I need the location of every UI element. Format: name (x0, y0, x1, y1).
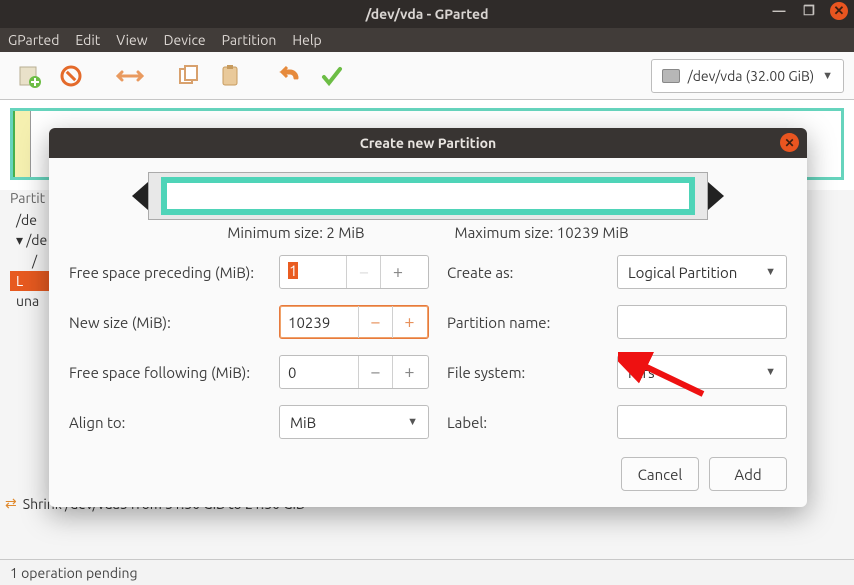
label-input[interactable] (617, 405, 787, 439)
spin-plus-icon[interactable]: + (380, 256, 414, 288)
close-button[interactable]: ✕ (830, 2, 848, 20)
statusbar: 1 operation pending (0, 559, 854, 585)
minimize-button[interactable]: — (770, 2, 788, 20)
menu-gparted[interactable]: GParted (8, 32, 59, 48)
device-selector[interactable]: /dev/vda (32.00 GiB) ▼ (651, 59, 844, 93)
dialog-close-button[interactable]: ✕ (780, 133, 799, 152)
window-title: /dev/vda - GParted (365, 6, 488, 22)
menubar: GParted Edit View Device Partition Help (0, 28, 854, 52)
menu-partition[interactable]: Partition (222, 32, 277, 48)
new-size-spin[interactable]: − + (279, 305, 429, 339)
create-as-label: Create as: (439, 264, 607, 281)
cancel-button[interactable]: Cancel (621, 457, 699, 491)
resize-icon[interactable] (111, 58, 149, 94)
tree-row[interactable]: ▾ /de (10, 230, 50, 251)
tree-header: Partit (10, 190, 50, 206)
copy-icon[interactable] (170, 58, 208, 94)
maximize-button[interactable]: ❐ (800, 2, 818, 20)
chevron-down-icon: ▼ (765, 366, 776, 378)
chevron-down-icon: ▼ (407, 416, 418, 428)
slider-handle-right-icon[interactable] (708, 182, 724, 210)
resize-small-icon: ⇄ (5, 495, 17, 512)
create-as-combo[interactable]: Logical Partition▼ (617, 255, 787, 289)
dialog-titlebar: Create new Partition ✕ (49, 128, 807, 158)
dialog-title: Create new Partition (360, 135, 496, 151)
menu-help[interactable]: Help (292, 32, 321, 48)
spin-minus-icon[interactable]: − (358, 306, 392, 338)
new-size-label: New size (MiB): (69, 314, 269, 331)
partition-name-label: Partition name: (439, 314, 607, 331)
tree-row-selected[interactable]: L (10, 271, 50, 291)
align-to-label: Align to: (69, 414, 269, 431)
spin-minus-icon[interactable]: − (358, 356, 392, 388)
status-text: 1 operation pending (10, 565, 138, 581)
menu-view[interactable]: View (116, 32, 147, 48)
apply-icon[interactable] (313, 58, 351, 94)
tree-row[interactable]: / (10, 251, 50, 271)
chevron-down-icon: ▼ (765, 266, 776, 278)
delete-icon[interactable] (52, 58, 90, 94)
free-following-spin[interactable]: − + (279, 355, 429, 389)
spin-plus-icon[interactable]: + (392, 306, 426, 338)
spin-plus-icon[interactable]: + (392, 356, 426, 388)
menu-device[interactable]: Device (164, 32, 206, 48)
maximum-size-label: Maximum size: 10239 MiB (455, 224, 629, 241)
window-titlebar: /dev/vda - GParted — ❐ ✕ (0, 0, 854, 28)
new-partition-icon[interactable] (10, 58, 48, 94)
partition-size-slider[interactable] (148, 172, 708, 220)
label-label: Label: (439, 414, 607, 431)
paste-icon[interactable] (212, 58, 250, 94)
filesystem-label: File system: (439, 364, 607, 381)
disk-icon (662, 69, 680, 83)
slider-handle-left-icon[interactable] (132, 182, 148, 210)
free-following-label: Free space following (MiB): (69, 364, 269, 381)
spin-minus-icon[interactable]: − (346, 256, 380, 288)
undo-icon[interactable] (271, 58, 309, 94)
free-following-input[interactable] (280, 356, 358, 388)
filesystem-combo[interactable]: ntfs▼ (617, 355, 787, 389)
device-selector-text: /dev/vda (32.00 GiB) (688, 68, 814, 84)
tree-row[interactable]: una (10, 291, 50, 311)
toolbar: /dev/vda (32.00 GiB) ▼ (0, 52, 854, 100)
minimum-size-label: Minimum size: 2 MiB (227, 224, 364, 241)
align-to-combo[interactable]: MiB▼ (279, 405, 429, 439)
add-button[interactable]: Add (709, 457, 787, 491)
menu-edit[interactable]: Edit (75, 32, 100, 48)
tree-row[interactable]: /de (10, 210, 50, 230)
chevron-down-icon: ▼ (822, 70, 833, 82)
new-size-input[interactable] (280, 306, 358, 338)
create-partition-dialog: Create new Partition ✕ Minimum size: 2 M… (49, 128, 807, 507)
free-preceding-spin[interactable]: 1 − + (279, 255, 429, 289)
free-preceding-label: Free space preceding (MiB): (69, 264, 269, 281)
partition-name-input[interactable] (617, 305, 787, 339)
